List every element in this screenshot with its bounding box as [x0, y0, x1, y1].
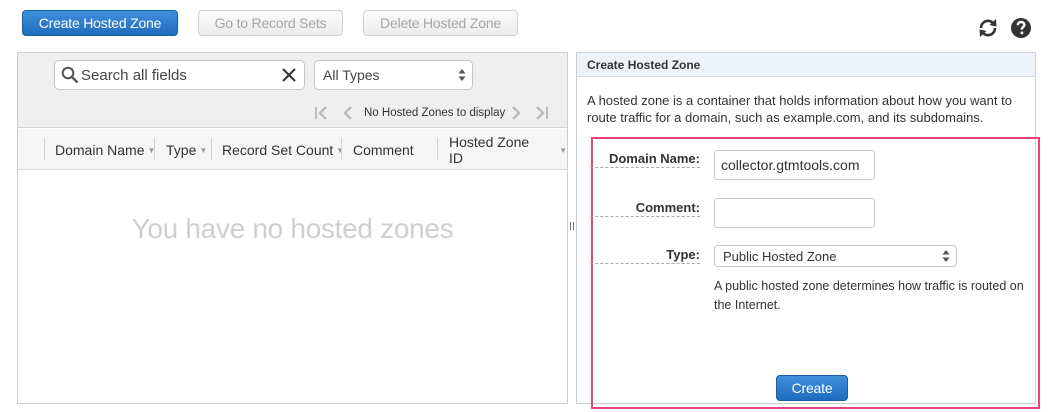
search-icon [61, 66, 79, 84]
pager-status: No Hosted Zones to display [364, 107, 506, 119]
hosted-zones-panel: All Types No Hosted Zones to display Dom… [17, 52, 568, 404]
comment-label: Comment: [590, 200, 700, 217]
column-type[interactable]: Type ▼ [166, 140, 207, 160]
previous-page-icon[interactable] [342, 105, 354, 121]
panel-description: A hosted zone is a container that holds … [587, 93, 1012, 125]
next-page-icon[interactable] [510, 105, 522, 121]
empty-table-message: You have no hosted zones [131, 213, 454, 244]
create-button[interactable]: Create [776, 375, 848, 401]
type-filter-value: All Types [323, 67, 380, 83]
column-comment[interactable]: Comment [353, 140, 414, 160]
help-icon[interactable] [1010, 17, 1032, 39]
column-divider [154, 138, 155, 160]
first-page-icon[interactable] [313, 105, 329, 121]
zone-type-help-text: A public hosted zone determines how traf… [714, 279, 1024, 312]
domain-name-label: Domain Name: [590, 151, 700, 168]
type-filter-select[interactable]: All Types [314, 60, 473, 90]
search-box[interactable] [54, 60, 305, 90]
last-page-icon[interactable] [534, 105, 550, 121]
refresh-icon[interactable] [977, 17, 999, 39]
column-divider [44, 138, 45, 160]
column-divider [437, 138, 438, 160]
select-arrows-icon [942, 250, 950, 262]
filter-bar: All Types No Hosted Zones to display [18, 53, 567, 128]
column-divider [211, 138, 212, 160]
table-header: Domain Name▼ Type▼ Record Set Count▼ Com… [18, 129, 567, 170]
zone-type-value: Public Hosted Zone [723, 249, 837, 264]
column-hosted-zone-id[interactable]: Hosted Zone ID ▼ [449, 134, 567, 166]
create-hosted-zone-button[interactable]: Create Hosted Zone [22, 10, 178, 36]
type-label: Type: [590, 247, 700, 264]
panel-title: Create Hosted Zone [577, 53, 1035, 77]
column-record-set-count[interactable]: Record Set Count▼ [222, 140, 344, 160]
zone-type-select[interactable]: Public Hosted Zone [714, 245, 957, 267]
select-arrows-icon [458, 69, 466, 81]
column-divider [341, 138, 342, 160]
delete-hosted-zone-button[interactable]: Delete Hosted Zone [363, 10, 518, 36]
comment-input[interactable] [714, 198, 875, 228]
go-to-record-sets-button[interactable]: Go to Record Sets [198, 10, 343, 36]
column-domain-name[interactable]: Domain Name ▼ [55, 140, 155, 160]
domain-name-input[interactable] [714, 150, 875, 180]
search-input[interactable] [81, 65, 271, 85]
panel-splitter-handle[interactable] [569, 220, 575, 232]
clear-search-icon[interactable] [281, 67, 297, 83]
